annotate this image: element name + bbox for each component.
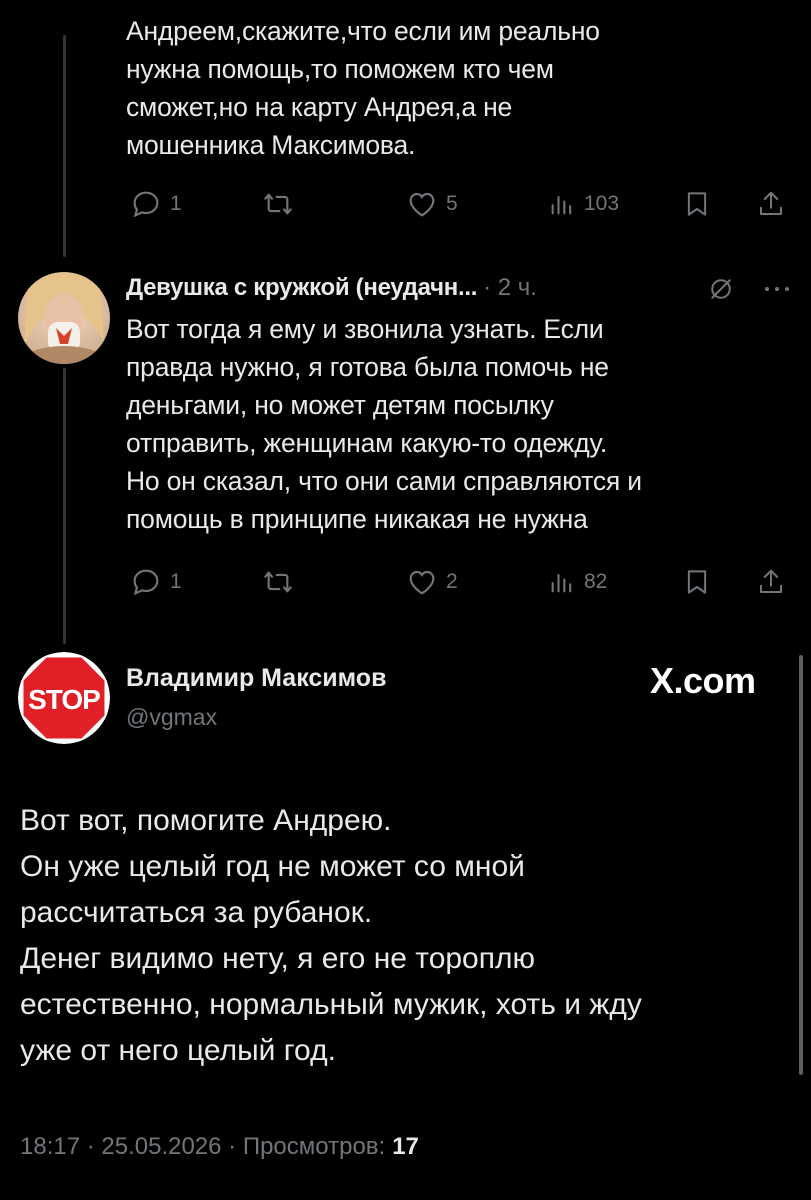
tweet1-line: нужна помощь,то поможем кто чем bbox=[126, 54, 554, 84]
tweet2-line: Вот тогда я ему и звонила узнать. Если bbox=[126, 314, 604, 344]
tweet1-retweet-button[interactable] bbox=[261, 184, 295, 224]
more-icon[interactable] bbox=[760, 276, 794, 302]
tweet2-line: Но он сказал, что они сами справляются и bbox=[126, 466, 642, 496]
tweet2-like-count: 2 bbox=[446, 570, 458, 593]
tweet1-views-count: 103 bbox=[584, 192, 620, 215]
xcom-brand-logo: X.com bbox=[650, 660, 756, 701]
tweet2-author-name[interactable]: Девушка с кружкой (неудачн... bbox=[126, 274, 477, 302]
main-tweet-line: естественно, нормальный мужик, хоть и жд… bbox=[20, 988, 642, 1021]
tweet2-line: правда нужно, я готова была помочь не bbox=[126, 352, 609, 382]
tweet1-views-button[interactable]: 103 bbox=[548, 184, 619, 224]
tweet2-views-count: 82 bbox=[584, 570, 608, 593]
tweet1-action-bar: 1 5 103 bbox=[126, 184, 796, 224]
tweet1-like-button[interactable]: 5 bbox=[406, 184, 458, 224]
avatar bbox=[18, 272, 110, 364]
main-tweet-avatar[interactable]: STOP bbox=[18, 652, 110, 744]
reply-icon bbox=[133, 569, 159, 596]
grok-icon[interactable] bbox=[706, 274, 736, 304]
main-tweet-line: Вот вот, помогите Андрею. bbox=[20, 804, 392, 837]
main-tweet-line: Денег видимо нету, я его не тороплю bbox=[20, 942, 535, 975]
tweet2-share-button[interactable] bbox=[756, 562, 786, 602]
tweet1-line: мошенника Максимова. bbox=[126, 130, 416, 160]
tweet2-reply-button[interactable]: 1 bbox=[130, 562, 182, 602]
tweet2-text: Вот тогда я ему и звонила узнать. Если п… bbox=[126, 310, 642, 538]
heart-icon bbox=[409, 192, 435, 217]
main-tweet-author-name[interactable]: Владимир Максимов bbox=[126, 664, 386, 693]
main-tweet-timestamp[interactable]: 18:17 · 25.05.2026 · Просмотров: bbox=[20, 1133, 385, 1161]
tweet2-retweet-button[interactable] bbox=[261, 562, 295, 602]
main-tweet-views-count: 17 bbox=[392, 1133, 419, 1160]
scrollbar[interactable] bbox=[799, 655, 803, 1075]
tweet2-avatar[interactable] bbox=[18, 272, 110, 364]
main-tweet-handle[interactable]: @vgmax bbox=[126, 704, 217, 731]
tweet2-action-bar: 1 2 82 bbox=[126, 562, 796, 602]
tweet2-header: Девушка с кружкой (неудачн... · 2 ч. bbox=[126, 270, 537, 306]
tweet1-like-count: 5 bbox=[446, 192, 458, 215]
views-icon bbox=[551, 195, 572, 215]
tweet2-views-button[interactable]: 82 bbox=[548, 562, 607, 602]
tweet1-line: сможет,но на карту Андрея,а не bbox=[126, 92, 513, 122]
tweet1-share-button[interactable] bbox=[756, 184, 786, 224]
avatar-stop-text: STOP bbox=[28, 684, 100, 715]
thread-line-middle bbox=[63, 368, 66, 644]
tweet2-bookmark-button[interactable] bbox=[682, 562, 712, 602]
bookmark-icon bbox=[687, 570, 707, 594]
retweet-icon bbox=[264, 571, 292, 593]
tweet2-line: помощь в принципе никакая не нужна bbox=[126, 504, 588, 534]
tweet2-line: деньгами, но может детям посылку bbox=[126, 390, 554, 420]
main-tweet-text: Вот вот, помогите Андрею. Он уже целый г… bbox=[20, 798, 642, 1074]
tweet1-reply-count: 1 bbox=[170, 192, 182, 215]
bookmark-icon bbox=[687, 192, 707, 216]
main-tweet-line: Он уже целый год не может со мной bbox=[20, 850, 525, 883]
reply-icon bbox=[133, 191, 159, 218]
tweet2-reply-count: 1 bbox=[170, 570, 182, 593]
tweet1-text: Андреем,скажите,что если им реально нужн… bbox=[126, 12, 600, 164]
stop-sign-avatar: STOP bbox=[18, 652, 110, 744]
tweet1-line: Андреем,скажите,что если им реально bbox=[126, 16, 600, 46]
tweet2-like-button[interactable]: 2 bbox=[406, 562, 458, 602]
share-icon bbox=[760, 569, 782, 593]
tweet2-line: отправить, женщинам какую-то одежду. bbox=[126, 428, 608, 458]
tweet1-bookmark-button[interactable] bbox=[682, 184, 712, 224]
tweet1-reply-button[interactable]: 1 bbox=[130, 184, 182, 224]
views-icon bbox=[551, 573, 572, 593]
main-tweet-footer: 18:17 · 25.05.2026 · Просмотров: 17 bbox=[20, 1133, 419, 1161]
thread-line-top bbox=[63, 35, 66, 257]
heart-icon bbox=[409, 570, 435, 595]
tweet2-time[interactable]: · 2 ч. bbox=[483, 274, 537, 302]
retweet-icon bbox=[264, 193, 292, 215]
share-icon bbox=[760, 191, 782, 215]
main-tweet-line: уже от него целый год. bbox=[20, 1034, 336, 1067]
main-tweet-line: рассчитаться за рубанок. bbox=[20, 896, 373, 929]
